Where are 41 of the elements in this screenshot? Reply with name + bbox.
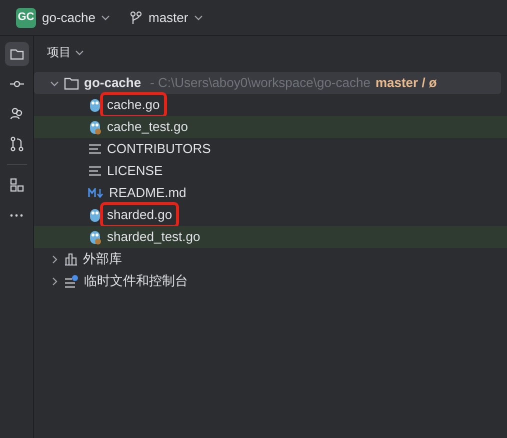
file-name[interactable]: sharded.go [103, 205, 176, 225]
file-name[interactable]: 临时文件和控制台 [84, 271, 188, 291]
chevron-down-icon[interactable] [50, 78, 59, 88]
gopher-icon [88, 120, 102, 134]
branch-icon [130, 10, 142, 24]
panel-title[interactable]: 项目 [47, 43, 71, 61]
file-name[interactable]: LICENSE [107, 161, 163, 181]
file-name[interactable]: cache.go [103, 95, 164, 115]
library-icon [64, 252, 78, 266]
folder-icon [64, 76, 79, 90]
more-icon [10, 214, 23, 216]
tree-row-background[interactable]: cache_test.go [34, 116, 507, 138]
gopher-icon [88, 98, 102, 112]
file-name[interactable]: README.md [109, 183, 186, 203]
text-file-icon [88, 143, 102, 155]
branch-label: master / ø [375, 74, 437, 92]
chevron-right-icon[interactable] [50, 276, 59, 286]
chevron-down-icon[interactable] [75, 48, 84, 56]
branch-name[interactable]: master [148, 8, 188, 28]
file-name[interactable]: sharded_test.go [107, 227, 200, 247]
people-icon [8, 106, 24, 122]
blocks-icon [8, 177, 24, 193]
pull-request-icon [8, 136, 24, 152]
scratch-icon [64, 274, 79, 288]
file-name[interactable]: go-cache [84, 73, 142, 93]
file-name[interactable]: cache_test.go [107, 117, 188, 137]
project-badge: GC [16, 8, 36, 28]
text-file-icon [88, 165, 102, 177]
chevron-right-icon[interactable] [50, 254, 59, 264]
gopher-icon [88, 208, 102, 222]
tree-row-background[interactable]: go-cache - C:\Users\aboy0\workspace\go-cache master / ø [34, 72, 501, 94]
path-text: - C:\Users\aboy0\workspace\go-cache [150, 74, 370, 92]
chevron-down-icon[interactable] [194, 13, 204, 22]
tool-window-button[interactable] [4, 42, 28, 66]
tree-row-background[interactable]: sharded_test.go [34, 226, 507, 248]
file-name[interactable]: CONTRIBUTORS [107, 139, 211, 159]
project-name[interactable]: go-cache [42, 8, 96, 28]
chevron-down-icon[interactable] [101, 13, 110, 22]
gopher-icon [88, 230, 102, 244]
markdown-icon [88, 188, 104, 198]
file-name[interactable]: 外部库 [83, 249, 122, 269]
